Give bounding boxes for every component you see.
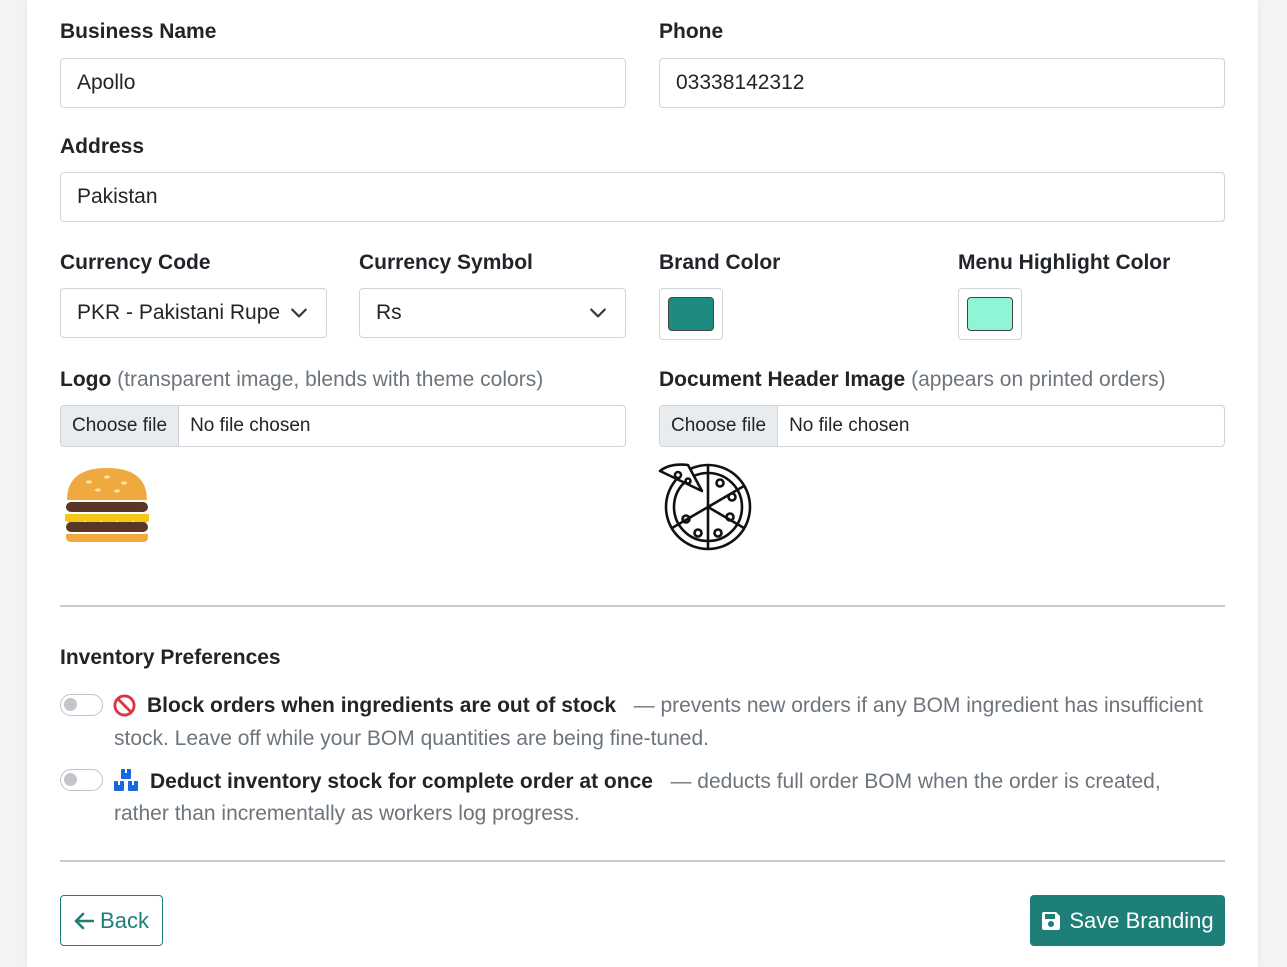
currency-code-label: Currency Code (60, 251, 211, 274)
document-header-label: Document Header Image (appears on printe… (659, 369, 1166, 390)
business-name-input[interactable]: Apollo (60, 58, 626, 108)
deduct-inventory-toggle[interactable] (60, 769, 103, 791)
logo-file-input[interactable]: Choose file No file chosen (60, 405, 626, 447)
boxes-icon (114, 769, 138, 791)
deduct-inventory-title: Deduct inventory stock for complete orde… (150, 770, 653, 793)
brand-color-swatch (668, 297, 714, 331)
deduct-inventory-desc: — deducts full order BOM when the order … (670, 770, 1161, 793)
section-divider (60, 605, 1225, 607)
save-icon (1042, 911, 1061, 930)
currency-code-value: PKR - Pakistani Rupee (77, 301, 280, 324)
brand-color-label: Brand Color (659, 251, 781, 274)
deduct-inventory-desc-cont: rather than incrementally as workers log… (114, 802, 580, 825)
arrow-left-icon (74, 912, 95, 929)
menu-highlight-color-swatch (967, 297, 1013, 331)
block-orders-title: Block orders when ingredients are out of… (147, 694, 617, 717)
back-button[interactable]: Back (60, 895, 163, 946)
toggle-knob (64, 698, 77, 711)
actions-divider (60, 860, 1225, 862)
menu-highlight-color-picker[interactable] (958, 288, 1022, 340)
save-button-label: Save Branding (1069, 907, 1214, 933)
business-name-label: Business Name (60, 20, 217, 43)
document-header-hint: (appears on printed orders) (911, 368, 1166, 391)
phone-label: Phone (659, 20, 724, 43)
branding-settings-card: Business Name Apollo Phone 03338142312 A… (27, 0, 1258, 967)
address-input[interactable]: Pakistan (60, 172, 1225, 222)
deduct-inventory-text: Deduct inventory stock for complete orde… (150, 771, 1161, 792)
chevron-down-icon (291, 308, 307, 318)
currency-symbol-label: Currency Symbol (359, 251, 533, 274)
inventory-preferences-title: Inventory Preferences (60, 646, 281, 669)
save-branding-button[interactable]: Save Branding (1030, 895, 1225, 946)
block-orders-toggle[interactable] (60, 694, 103, 716)
chevron-down-icon (590, 308, 606, 318)
phone-input[interactable]: 03338142312 (659, 58, 1225, 108)
logo-hint: (transparent image, blends with theme co… (117, 368, 544, 391)
currency-code-select[interactable]: PKR - Pakistani Rupee (60, 288, 327, 338)
block-orders-text: Block orders when ingredients are out of… (147, 695, 1203, 716)
menu-highlight-color-label: Menu Highlight Color (958, 251, 1171, 274)
currency-symbol-select[interactable]: Rs (359, 288, 626, 338)
back-button-label: Back (100, 907, 149, 933)
document-header-file-input[interactable]: Choose file No file chosen (659, 405, 1225, 447)
block-orders-desc: — prevents new orders if any BOM ingredi… (633, 694, 1203, 717)
brand-color-picker[interactable] (659, 288, 723, 340)
document-header-label-text: Document Header Image (659, 368, 906, 391)
block-orders-desc-cont: stock. Leave off while your BOM quantiti… (114, 727, 709, 750)
logo-label: Logo (transparent image, blends with the… (60, 369, 543, 390)
toggle-knob (64, 773, 77, 786)
logo-choose-file-button[interactable]: Choose file (61, 406, 180, 446)
pizza-icon (658, 463, 752, 551)
address-label: Address (60, 135, 145, 158)
prohibited-icon (113, 694, 136, 717)
document-header-choose-file-button[interactable]: Choose file (660, 406, 779, 446)
burger-icon (65, 468, 149, 542)
logo-file-status: No file chosen (190, 415, 311, 436)
currency-symbol-value: Rs (376, 301, 402, 324)
logo-label-text: Logo (60, 368, 112, 391)
document-header-file-status: No file chosen (789, 415, 910, 436)
